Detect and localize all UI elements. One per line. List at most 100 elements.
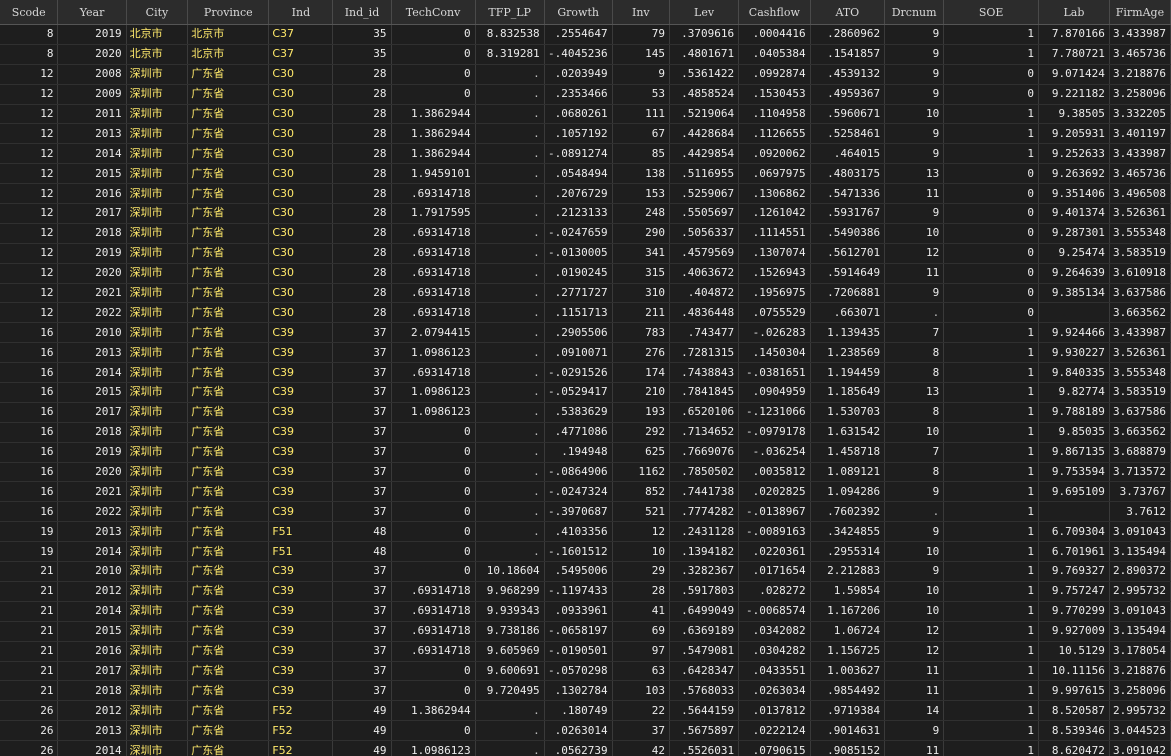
- cell-year[interactable]: 2015: [57, 163, 127, 185]
- cell-soe[interactable]: 1: [943, 680, 1040, 702]
- cell-lab[interactable]: 9.788189: [1038, 402, 1110, 423]
- cell-city[interactable]: 深圳市: [126, 740, 189, 756]
- cell-firmage[interactable]: 3.091043: [1109, 521, 1171, 543]
- column-header-soe[interactable]: SOE: [943, 0, 1040, 25]
- cell-lab[interactable]: 9.263692: [1038, 163, 1110, 185]
- cell-year[interactable]: 2013: [57, 720, 127, 742]
- cell-lev[interactable]: .5259067: [669, 183, 740, 205]
- cell-province[interactable]: 广东省: [187, 302, 270, 324]
- cell-city[interactable]: 深圳市: [126, 382, 189, 403]
- cell-lev[interactable]: .5675897: [669, 720, 740, 742]
- cell-lev[interactable]: .6428347: [669, 661, 740, 682]
- cell-cashflow[interactable]: -.0068574: [738, 601, 811, 622]
- table-row[interactable]: 26 2012 深圳市 广东省 F52 49 1.3862944. .180749 22.564…: [0, 700, 1171, 722]
- cell-lev[interactable]: .1394182: [669, 541, 740, 563]
- cell-tfp-lp[interactable]: 8.832538: [475, 24, 545, 45]
- cell-inv[interactable]: 29: [612, 561, 671, 582]
- cell-soe[interactable]: 1: [943, 720, 1040, 742]
- cell-cashflow[interactable]: .0790615: [738, 740, 811, 756]
- cell-inv[interactable]: 22: [612, 700, 671, 722]
- cell-cashflow[interactable]: .1114551: [738, 223, 811, 244]
- cell-ato[interactable]: 1.156725: [810, 641, 886, 662]
- cell-firmage[interactable]: 3.178054: [1109, 641, 1171, 662]
- table-row[interactable]: 21 2014 深圳市 广东省 C39 37.69314718 9.939343.09339…: [0, 601, 1171, 622]
- cell-lev[interactable]: .6499049: [669, 601, 740, 622]
- cell-growth[interactable]: .0190245: [544, 263, 613, 284]
- cell-year[interactable]: 2009: [57, 84, 127, 105]
- cell-province[interactable]: 广东省: [187, 104, 270, 125]
- cell-ind-id[interactable]: 37: [332, 462, 392, 483]
- cell-province[interactable]: 广东省: [187, 481, 270, 503]
- cell-soe[interactable]: 0: [943, 64, 1040, 85]
- cell-cashflow[interactable]: .0904959: [738, 382, 811, 403]
- cell-ind-id[interactable]: 28: [332, 183, 392, 205]
- cell-ind-id[interactable]: 37: [332, 641, 392, 662]
- cell-inv[interactable]: 69: [612, 621, 671, 642]
- cell-lab[interactable]: 9.753594: [1038, 462, 1110, 483]
- cell-techconv[interactable]: .69314718: [391, 302, 476, 324]
- cell-province[interactable]: 广东省: [187, 84, 270, 105]
- cell-firmage[interactable]: 3.433987: [1109, 143, 1171, 165]
- cell-drcnum[interactable]: 12: [884, 621, 945, 642]
- cell-drcnum[interactable]: 12: [884, 641, 945, 662]
- cell-province[interactable]: 广东省: [187, 661, 270, 682]
- cell-ind-id[interactable]: 28: [332, 163, 392, 185]
- cell-cashflow[interactable]: .0220361: [738, 541, 811, 563]
- cell-cashflow[interactable]: .0137812: [738, 700, 811, 722]
- cell-city[interactable]: 深圳市: [126, 104, 189, 125]
- cell-year[interactable]: 2014: [57, 143, 127, 165]
- cell-city[interactable]: 深圳市: [126, 203, 189, 224]
- cell-province[interactable]: 广东省: [187, 442, 270, 463]
- table-row[interactable]: 19 2014 深圳市 广东省 F51 48 0. -.1601512 10.1394182.0…: [0, 541, 1171, 563]
- cell-ind[interactable]: C30: [268, 223, 334, 244]
- cell-tfp-lp[interactable]: .: [475, 740, 545, 756]
- cell-growth[interactable]: .0680261: [544, 104, 613, 125]
- cell-firmage[interactable]: 3.526361: [1109, 342, 1171, 364]
- column-header-province[interactable]: Province: [187, 0, 270, 25]
- cell-firmage[interactable]: 3.555348: [1109, 223, 1171, 244]
- cell-cashflow[interactable]: .0405384: [738, 44, 811, 65]
- cell-growth[interactable]: -.0529417: [544, 382, 613, 403]
- cell-tfp-lp[interactable]: .: [475, 283, 545, 304]
- cell-growth[interactable]: -.0190501: [544, 641, 613, 662]
- cell-cashflow[interactable]: .0992874: [738, 64, 811, 85]
- cell-province[interactable]: 广东省: [187, 680, 270, 702]
- cell-lab[interactable]: 9.924466: [1038, 322, 1110, 344]
- cell-ind[interactable]: C39: [268, 402, 334, 423]
- cell-soe[interactable]: 1: [943, 362, 1040, 384]
- cell-lab[interactable]: 9.252633: [1038, 143, 1110, 165]
- cell-city[interactable]: 深圳市: [126, 621, 189, 642]
- cell-ind[interactable]: F52: [268, 700, 334, 722]
- cell-growth[interactable]: .0263014: [544, 720, 613, 742]
- cell-growth[interactable]: .0933961: [544, 601, 613, 622]
- cell-techconv[interactable]: 0: [391, 521, 476, 543]
- cell-province[interactable]: 广东省: [187, 143, 270, 165]
- column-header-inv[interactable]: Inv: [612, 0, 671, 25]
- cell-year[interactable]: 2022: [57, 501, 127, 523]
- cell-province[interactable]: 广东省: [187, 382, 270, 403]
- cell-scode[interactable]: 26: [0, 740, 59, 756]
- cell-firmage[interactable]: 3.135494: [1109, 541, 1171, 563]
- cell-inv[interactable]: 28: [612, 581, 671, 602]
- cell-lev[interactable]: .5917803: [669, 581, 740, 602]
- cell-city[interactable]: 深圳市: [126, 481, 189, 503]
- cell-growth[interactable]: .1151713: [544, 302, 613, 324]
- cell-scode[interactable]: 12: [0, 183, 59, 205]
- cell-city[interactable]: 深圳市: [126, 601, 189, 622]
- cell-lab[interactable]: 10.5129: [1038, 641, 1110, 662]
- cell-tfp-lp[interactable]: .: [475, 382, 545, 403]
- cell-drcnum[interactable]: 9: [884, 123, 945, 145]
- cell-ato[interactable]: 1.631542: [810, 422, 886, 443]
- cell-year[interactable]: 2019: [57, 24, 127, 45]
- cell-tfp-lp[interactable]: .: [475, 362, 545, 384]
- cell-drcnum[interactable]: 10: [884, 601, 945, 622]
- cell-city[interactable]: 深圳市: [126, 402, 189, 423]
- cell-growth[interactable]: -.1601512: [544, 541, 613, 563]
- cell-lev[interactable]: .3709616: [669, 24, 740, 45]
- cell-city[interactable]: 深圳市: [126, 64, 189, 85]
- cell-year[interactable]: 2022: [57, 302, 127, 324]
- cell-soe[interactable]: 1: [943, 661, 1040, 682]
- cell-ato[interactable]: .5931767: [810, 203, 886, 224]
- cell-scode[interactable]: 12: [0, 283, 59, 304]
- cell-lab[interactable]: 9.25474: [1038, 243, 1110, 264]
